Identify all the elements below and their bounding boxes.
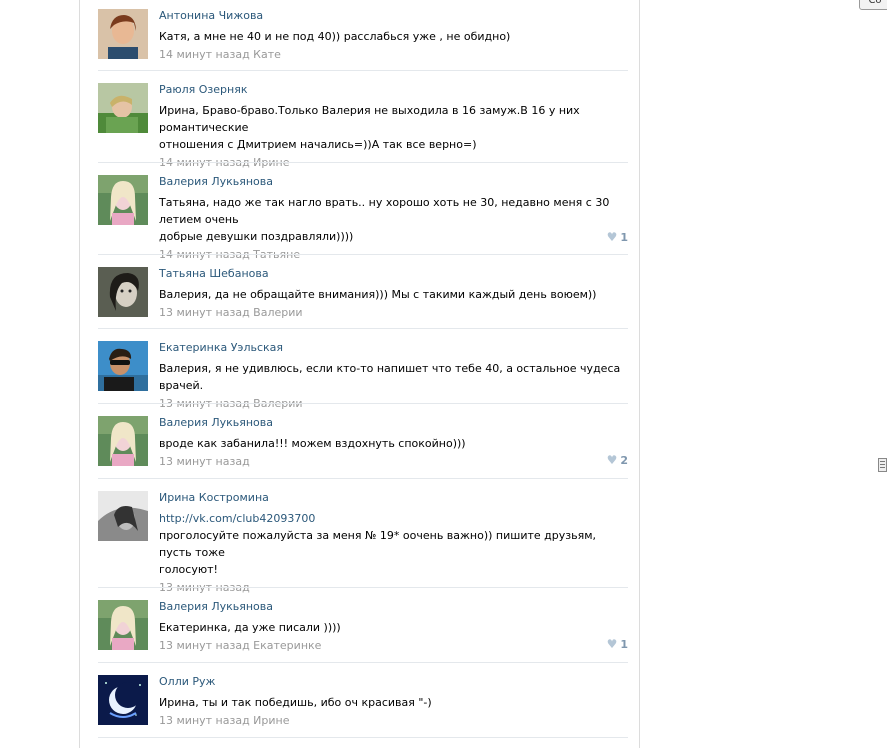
like-button[interactable]: ♥ 1 [607, 637, 628, 652]
comment-timestamp[interactable]: 13 минут назад Ирине [159, 714, 621, 728]
comment-text-line: Ирина, Браво-браво.Только Валерия не вых… [159, 104, 580, 134]
like-count: 1 [620, 231, 628, 244]
comment-author-link[interactable]: Екатеринка Уэльская [159, 341, 621, 355]
comment-text-line: Катя, а мне не 40 и не под 40)) расслабь… [159, 30, 511, 43]
comment-timestamp[interactable]: 13 минут назад Валерии [159, 306, 621, 320]
comment-separator [98, 662, 628, 663]
comment-text-line: отношения с Дмитрием начались=))А так вс… [159, 138, 477, 151]
comment-text: Екатеринка, да уже писали )))) [159, 619, 621, 636]
user-photo-icon[interactable] [98, 491, 148, 541]
comment-text: Татьяна, надо же так нагло врать.. ну хо… [159, 194, 621, 245]
user-photo-icon[interactable] [98, 9, 148, 59]
comment-timestamp[interactable]: 13 минут назад [159, 581, 621, 595]
user-photo-icon[interactable] [98, 600, 148, 650]
comment-text-line: вроде как забанила!!! можем вздохнуть сп… [159, 437, 466, 450]
comment-text-line: добрые девушки поздравляли)))) [159, 230, 354, 243]
heart-icon: ♥ [606, 230, 618, 244]
scrollbar-grip[interactable] [878, 458, 887, 472]
comment-separator [98, 737, 628, 738]
comment-text: Ирина, Браво-браво.Только Валерия не вых… [159, 102, 621, 153]
corner-button[interactable]: Со [859, 0, 887, 10]
comment-separator [98, 162, 628, 163]
comment-timestamp[interactable]: 14 минут назад Ирине [159, 156, 621, 170]
comment-separator [98, 70, 628, 71]
comment-timestamp[interactable]: 13 минут назад Екатеринке [159, 639, 621, 653]
comment-text: Валерия, да не обращайте внимания))) Мы … [159, 286, 621, 303]
heart-icon: ♥ [606, 453, 618, 467]
comment-text-line: Валерия, да не обращайте внимания))) Мы … [159, 288, 597, 301]
heart-icon: ♥ [606, 637, 618, 651]
comment-text-line: Екатеринка, да уже писали )))) [159, 621, 341, 634]
comment-timestamp[interactable]: 13 минут назад Валерии [159, 397, 621, 411]
comment-separator [98, 403, 628, 404]
comment-text: Валерия, я не удивлюсь, если кто-то напи… [159, 360, 621, 394]
user-photo-icon[interactable] [98, 341, 148, 391]
like-button[interactable]: ♥ 1 [607, 230, 628, 245]
comment-separator [98, 478, 628, 479]
comment-text: вроде как забанила!!! можем вздохнуть сп… [159, 435, 621, 452]
comment-author-link[interactable]: Валерия Лукьянова [159, 600, 621, 614]
comment-timestamp[interactable]: 14 минут назад Кате [159, 48, 621, 62]
comment-text: http://vk.com/club42093700 проголосуйте п… [159, 510, 621, 578]
comment-author-link[interactable]: Валерия Лукьянова [159, 175, 621, 189]
comment-text-line: Валерия, я не удивлюсь, если кто-то напи… [159, 362, 621, 392]
comment-separator [98, 254, 628, 255]
comment-text-line: голосуют! [159, 563, 218, 576]
comment-text-line: проголосуйте пожалуйста за меня № 19* оо… [159, 529, 596, 559]
comment-timestamp[interactable]: 14 минут назад Татьяне [159, 248, 621, 262]
moon-photo-icon[interactable] [98, 675, 148, 725]
comment-text: Ирина, ты и так победишь, ибо оч красива… [159, 694, 621, 711]
comment-author-link[interactable]: Олли Руж [159, 675, 621, 689]
like-count: 1 [620, 638, 628, 651]
comment-author-link[interactable]: Ирина Костромина [159, 491, 621, 505]
like-count: 2 [620, 454, 628, 467]
content-column-border-left [79, 0, 80, 748]
comment-separator [98, 328, 628, 329]
comment-author-link[interactable]: Антонина Чижова [159, 9, 621, 23]
comment-author-link[interactable]: Татьяна Шебанова [159, 267, 621, 281]
like-button[interactable]: ♥ 2 [607, 453, 628, 468]
user-photo-icon[interactable] [98, 267, 148, 317]
comment-separator [98, 587, 628, 588]
comment-author-link[interactable]: Раюля Озерняк [159, 83, 621, 97]
comment-text-line: Ирина, ты и так победишь, ибо оч красива… [159, 696, 432, 709]
comment-link[interactable]: http://vk.com/club42093700 [159, 512, 315, 525]
content-column-border-right [639, 0, 640, 748]
page-top-edge [0, 0, 887, 8]
comment-author-link[interactable]: Валерия Лукьянова [159, 416, 621, 430]
user-photo-icon[interactable] [98, 83, 148, 133]
comment-text-line: Татьяна, надо же так нагло врать.. ну хо… [159, 196, 610, 226]
user-photo-icon[interactable] [98, 175, 148, 225]
comment-timestamp[interactable]: 13 минут назад [159, 455, 621, 469]
user-photo-icon[interactable] [98, 416, 148, 466]
comment-text: Катя, а мне не 40 и не под 40)) расслабь… [159, 28, 621, 45]
